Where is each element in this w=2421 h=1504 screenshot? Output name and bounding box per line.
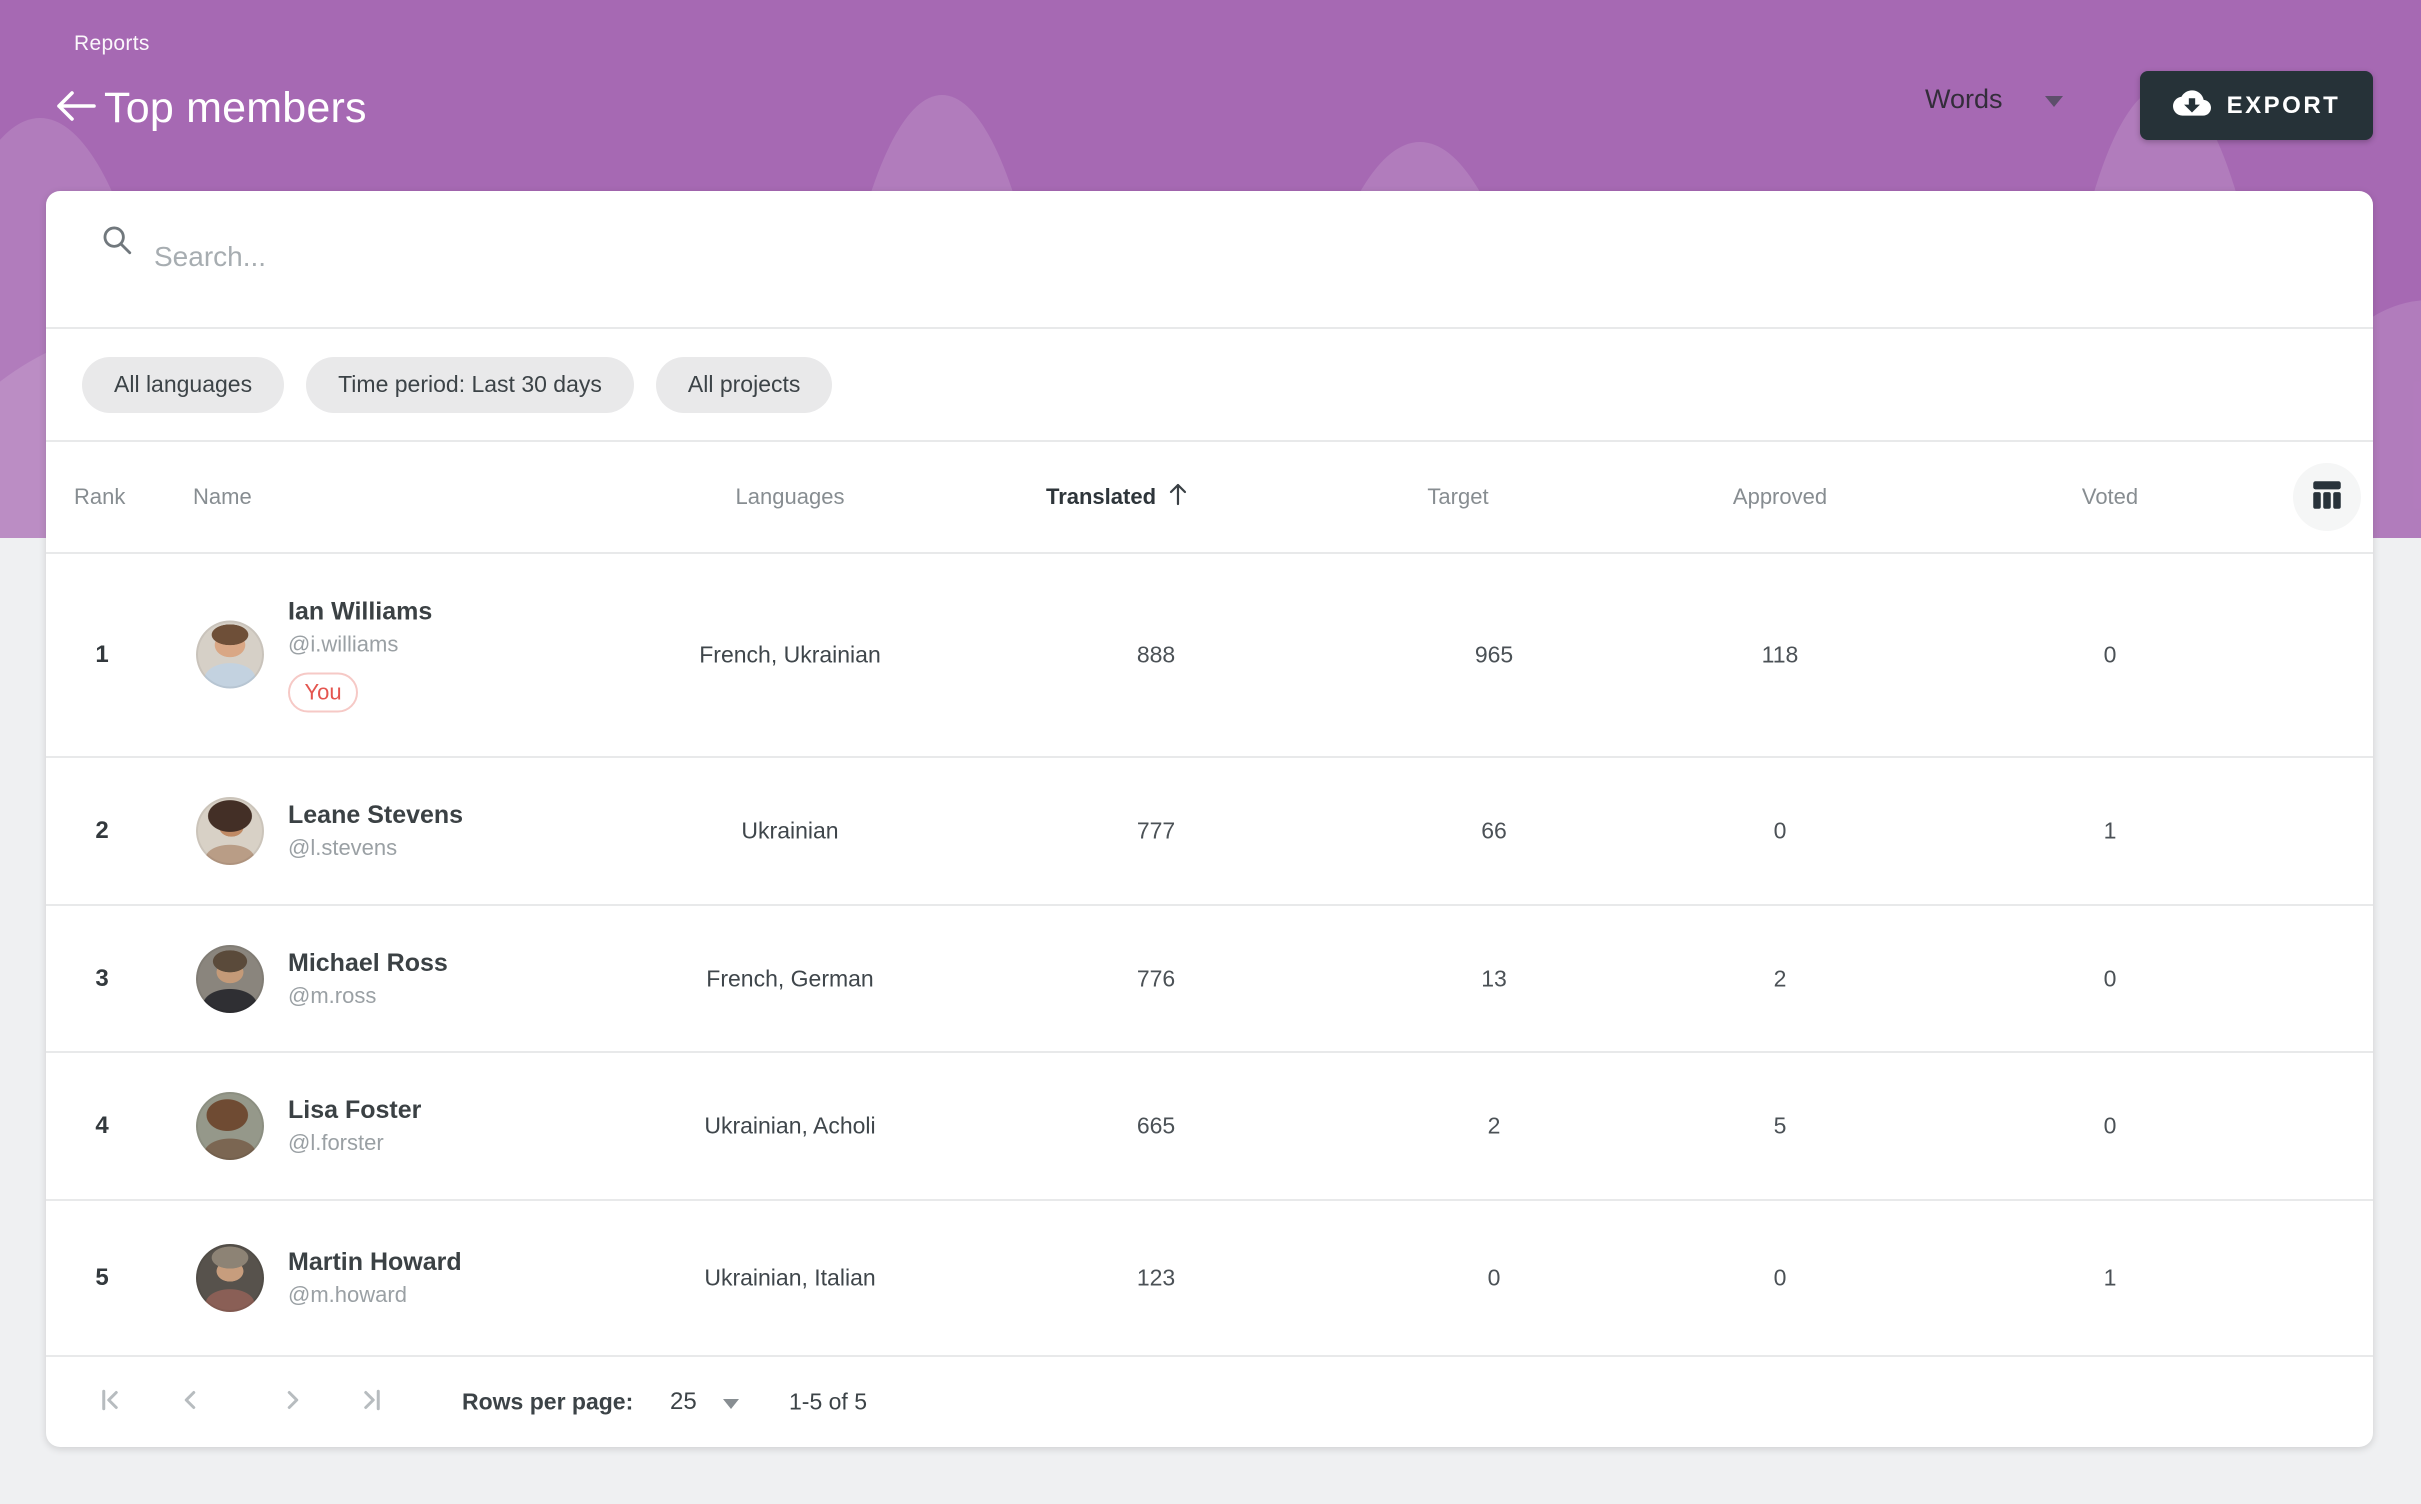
languages-value: French, Ukrainian	[699, 641, 881, 668]
table-row[interactable]: 2 Leane Stevens @l.stevens Ukrainian 777…	[46, 758, 2373, 906]
unit-selector[interactable]: Words	[1925, 84, 2063, 115]
column-header-name: Name	[193, 484, 252, 510]
rank-value: 2	[95, 817, 108, 845]
chevron-right-icon	[278, 1385, 308, 1420]
member-username: @i.williams	[288, 631, 432, 657]
voted-value: 0	[2104, 1113, 2117, 1140]
translated-value: 776	[1137, 965, 1175, 992]
avatar	[196, 621, 264, 689]
rows-per-page-value: 25	[670, 1388, 697, 1416]
avatar	[196, 1092, 264, 1160]
rank-value: 3	[95, 965, 108, 993]
approved-value: 0	[1774, 1265, 1787, 1292]
search-input[interactable]	[152, 221, 1756, 293]
voted-value: 0	[2104, 965, 2117, 992]
avatar	[196, 945, 264, 1013]
table-header: Rank Name Languages Translated Target Ap…	[46, 442, 2373, 554]
chevron-left-icon	[175, 1385, 205, 1420]
member-username: @l.stevens	[288, 835, 463, 861]
member-name[interactable]: Lisa Foster	[288, 1096, 421, 1125]
approved-value: 5	[1774, 1113, 1787, 1140]
page-title: Top members	[104, 84, 367, 133]
table-row[interactable]: 4 Lisa Foster @l.forster Ukrainian, Acho…	[46, 1053, 2373, 1201]
languages-value: Ukrainian	[741, 818, 838, 845]
member-name[interactable]: Leane Stevens	[288, 801, 463, 830]
cloud-download-icon	[2173, 88, 2211, 123]
member-username: @l.forster	[288, 1130, 421, 1156]
pagination-range: 1-5 of 5	[789, 1389, 867, 1416]
unit-selector-value: Words	[1925, 84, 2003, 115]
voted-value: 1	[2104, 818, 2117, 845]
sort-arrow-up-icon	[1166, 481, 1190, 513]
rank-value: 1	[95, 641, 108, 669]
you-badge: You	[288, 672, 358, 712]
arrow-left-icon	[54, 88, 98, 129]
last-page-button[interactable]	[350, 1380, 394, 1424]
languages-value: Ukrainian, Acholi	[704, 1113, 875, 1140]
table-row[interactable]: 1 Ian Williams @i.williams You French, U…	[46, 553, 2373, 758]
first-page-icon	[95, 1385, 125, 1420]
translated-value: 888	[1137, 641, 1175, 668]
table-columns-icon	[2305, 473, 2349, 522]
member-name[interactable]: Martin Howard	[288, 1248, 462, 1277]
target-value: 66	[1481, 818, 1507, 845]
column-header-rank: Rank	[74, 484, 125, 510]
rows-per-page-select[interactable]: 25	[670, 1388, 739, 1416]
translated-value: 123	[1137, 1265, 1175, 1292]
back-button[interactable]	[50, 82, 102, 134]
search-icon	[100, 223, 134, 262]
avatar	[196, 797, 264, 865]
target-value: 965	[1475, 641, 1513, 668]
export-button-label: EXPORT	[2227, 92, 2341, 120]
filter-chip-time-period[interactable]: Time period: Last 30 days	[306, 357, 634, 413]
search-bar	[46, 191, 2373, 329]
column-header-target: Target	[1427, 484, 1488, 510]
column-header-languages: Languages	[736, 484, 845, 510]
previous-page-button[interactable]	[168, 1380, 212, 1424]
target-value: 2	[1488, 1113, 1501, 1140]
first-page-button[interactable]	[88, 1380, 132, 1424]
target-value: 0	[1488, 1265, 1501, 1292]
translated-value: 665	[1137, 1113, 1175, 1140]
rank-value: 5	[95, 1264, 108, 1292]
column-settings-button[interactable]	[2293, 463, 2361, 531]
breadcrumb: Reports	[74, 32, 150, 56]
filter-bar: All languages Time period: Last 30 days …	[46, 329, 2373, 442]
approved-value: 118	[1762, 641, 1799, 668]
column-header-translated-label: Translated	[1046, 484, 1156, 510]
next-page-button[interactable]	[271, 1380, 315, 1424]
voted-value: 0	[2104, 641, 2117, 668]
rows-per-page-label: Rows per page:	[462, 1389, 633, 1416]
member-username: @m.howard	[288, 1282, 462, 1308]
filter-chip-languages[interactable]: All languages	[82, 357, 284, 413]
languages-value: Ukrainian, Italian	[704, 1265, 875, 1292]
export-button[interactable]: EXPORT	[2140, 71, 2373, 140]
approved-value: 0	[1774, 818, 1787, 845]
translated-value: 777	[1137, 818, 1175, 845]
member-name[interactable]: Michael Ross	[288, 949, 448, 978]
pagination-bar: Rows per page: 25 1-5 of 5	[46, 1357, 2373, 1447]
languages-value: French, German	[706, 965, 873, 992]
member-username: @m.ross	[288, 983, 448, 1009]
table-row[interactable]: 3 Michael Ross @m.ross French, German 77…	[46, 906, 2373, 1053]
chevron-down-icon	[723, 1399, 739, 1409]
table-row[interactable]: 5 Martin Howard @m.howard Ukrainian, Ita…	[46, 1201, 2373, 1357]
voted-value: 1	[2104, 1265, 2117, 1292]
chevron-down-icon	[2045, 96, 2063, 107]
rank-value: 4	[95, 1112, 108, 1140]
column-header-translated[interactable]: Translated	[1046, 481, 1190, 513]
report-card: All languages Time period: Last 30 days …	[46, 191, 2373, 1447]
approved-value: 2	[1774, 965, 1787, 992]
last-page-icon	[357, 1385, 387, 1420]
avatar	[196, 1244, 264, 1312]
column-header-approved: Approved	[1733, 484, 1827, 510]
member-name[interactable]: Ian Williams	[288, 597, 432, 626]
filter-chip-projects[interactable]: All projects	[656, 357, 832, 413]
target-value: 13	[1481, 965, 1507, 992]
column-header-voted: Voted	[2082, 484, 2138, 510]
